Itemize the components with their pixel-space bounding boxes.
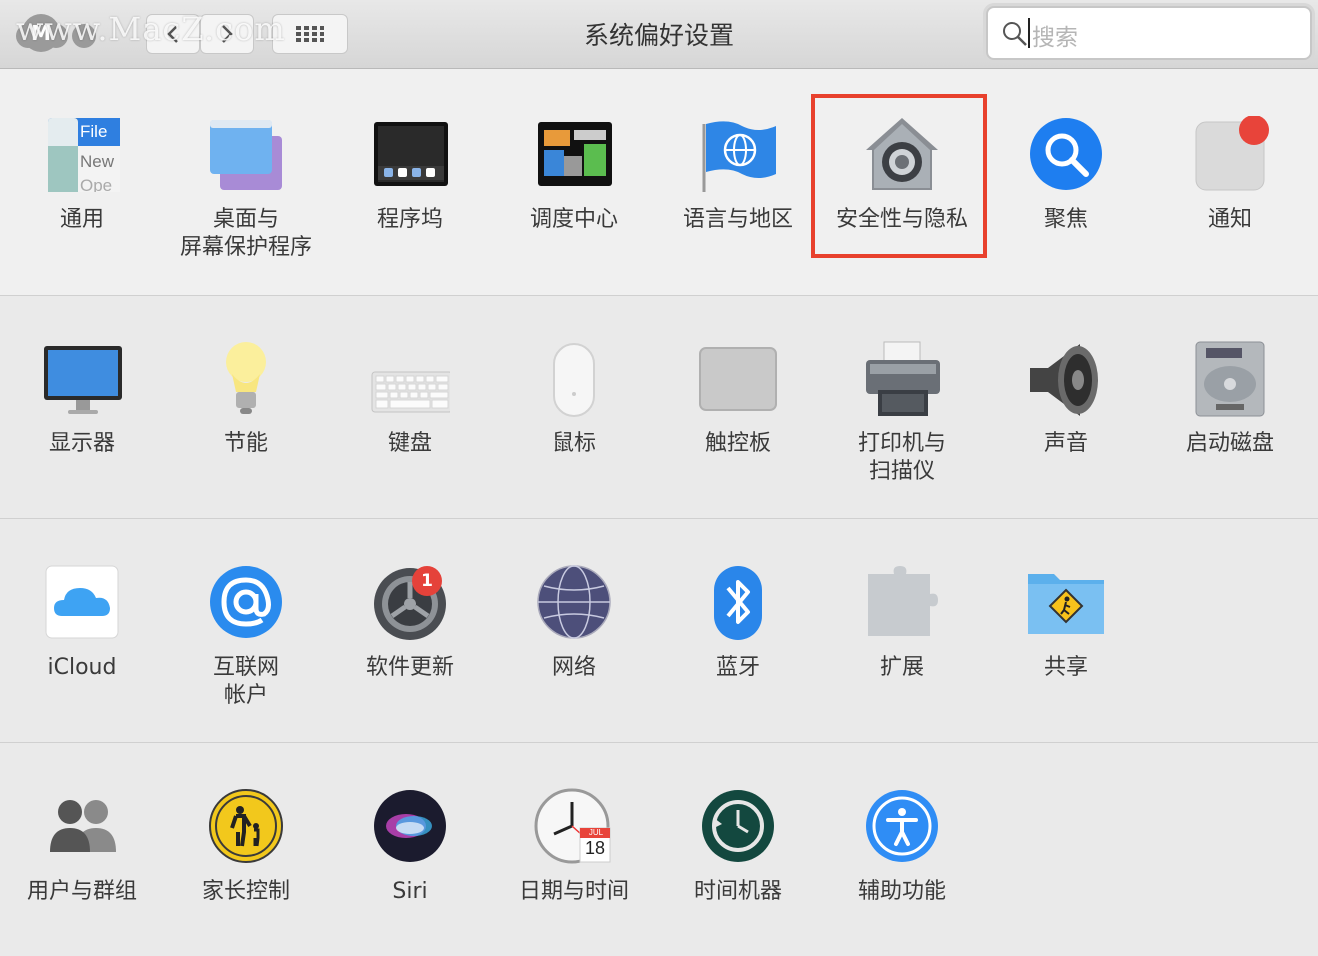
- sharing-icon: [1026, 564, 1106, 644]
- pane-label: 声音: [1043, 431, 1088, 456]
- accessibility-icon: [862, 788, 942, 868]
- bluetooth-icon: [698, 564, 778, 644]
- network-icon: [534, 564, 614, 644]
- spotlight-icon: [1026, 116, 1106, 196]
- pane-startup-disk[interactable]: 启动磁盘: [1148, 340, 1312, 458]
- icloud-icon: [42, 564, 122, 644]
- pane-label: 启动磁盘: [1185, 431, 1274, 456]
- pane-label: 程序坞: [376, 207, 443, 232]
- trackpad-icon: [698, 340, 778, 420]
- pane-language-region[interactable]: 语言与地区: [656, 116, 820, 234]
- pane-time-machine[interactable]: 时间机器: [656, 788, 820, 906]
- pane-label: 鼠标: [551, 431, 596, 456]
- pane-label: 语言与地区: [682, 207, 793, 232]
- general-icon: File New Ope: [42, 116, 122, 196]
- general-icon-file-text: File: [80, 122, 108, 141]
- desktop-screensaver-icon: [206, 116, 286, 196]
- extensions-icon: [862, 564, 942, 644]
- pane-label: 桌面与 屏幕保护程序: [179, 207, 312, 260]
- internet-accounts-icon: [206, 564, 286, 644]
- pane-label: 触控板: [704, 431, 771, 456]
- pane-general[interactable]: File New Ope 通用: [0, 116, 164, 234]
- pane-mission-control[interactable]: 调度中心: [492, 116, 656, 234]
- search-field[interactable]: 搜索: [986, 6, 1312, 60]
- pane-label: 调度中心: [529, 207, 618, 232]
- calendar-month: JUL: [588, 828, 604, 837]
- pane-label: 蓝牙: [715, 655, 760, 680]
- pane-software-update[interactable]: 1 软件更新: [328, 564, 492, 682]
- language-region-icon: [698, 116, 778, 196]
- pane-printers-scanners[interactable]: 打印机与 扫描仪: [820, 340, 984, 486]
- pane-label: 扩展: [879, 655, 924, 680]
- pane-desktop-screensaver[interactable]: 桌面与 屏幕保护程序: [164, 116, 328, 262]
- pane-keyboard[interactable]: 键盘: [328, 340, 492, 458]
- software-update-icon: 1: [370, 564, 450, 644]
- pane-parental-controls[interactable]: 家长控制: [164, 788, 328, 906]
- pane-sharing[interactable]: 共享: [984, 564, 1148, 682]
- update-count-badge: 1: [412, 566, 442, 596]
- startup-disk-icon: [1190, 340, 1270, 420]
- pane-date-time[interactable]: JUL 18 日期与时间: [492, 788, 656, 906]
- pane-label: 通用: [59, 207, 104, 232]
- pane-label: 家长控制: [201, 879, 290, 904]
- general-icon-open-text: Ope: [80, 176, 113, 192]
- search-icon: [1003, 22, 1027, 46]
- displays-icon: [42, 340, 122, 420]
- pane-bluetooth[interactable]: 蓝牙: [656, 564, 820, 682]
- pane-label: 日期与时间: [518, 879, 629, 904]
- pane-mouse[interactable]: 鼠标: [492, 340, 656, 458]
- pane-network[interactable]: 网络: [492, 564, 656, 682]
- pane-energy-saver[interactable]: 节能: [164, 340, 328, 458]
- pane-label: 网络: [551, 655, 596, 680]
- mouse-icon: [534, 340, 614, 420]
- pane-label: 打印机与 扫描仪: [857, 431, 946, 484]
- pane-sound[interactable]: 声音: [984, 340, 1148, 458]
- general-icon-new-text: New: [80, 152, 115, 171]
- pane-users-groups[interactable]: 用户与群组: [0, 788, 164, 906]
- pane-label: 显示器: [48, 431, 115, 456]
- pane-trackpad[interactable]: 触控板: [656, 340, 820, 458]
- pane-siri[interactable]: Siri: [328, 788, 492, 906]
- pane-dock[interactable]: 程序坞: [328, 116, 492, 234]
- pane-label: 共享: [1043, 655, 1088, 680]
- keyboard-icon: [370, 340, 453, 420]
- printer-icon: [862, 340, 942, 420]
- pane-internet-accounts[interactable]: 互联网 帐户: [164, 564, 328, 710]
- notifications-icon: [1190, 115, 1270, 196]
- search-placeholder: 搜索: [1032, 25, 1078, 51]
- pane-extensions[interactable]: 扩展: [820, 564, 984, 682]
- parental-controls-icon: [206, 788, 286, 868]
- pane-spotlight[interactable]: 聚焦: [984, 116, 1148, 234]
- pane-label: 软件更新: [365, 655, 454, 680]
- pane-label: 键盘: [387, 431, 432, 456]
- energy-saver-icon: [206, 340, 286, 420]
- users-groups-icon: [42, 788, 122, 868]
- text-caret: [1028, 18, 1030, 48]
- date-time-icon: JUL 18: [534, 788, 614, 868]
- pane-label: 时间机器: [693, 879, 782, 904]
- mission-control-icon: [534, 116, 614, 196]
- pane-label: Siri: [392, 879, 428, 904]
- calendar-day: 18: [584, 838, 606, 858]
- siri-icon: [370, 788, 450, 868]
- pane-label: 互联网 帐户: [212, 655, 279, 708]
- pane-displays[interactable]: 显示器: [0, 340, 164, 458]
- pane-label: 通知: [1207, 207, 1252, 232]
- pane-label: iCloud: [47, 655, 117, 680]
- pane-label: 聚焦: [1043, 207, 1088, 232]
- pane-icloud[interactable]: iCloud: [0, 564, 164, 682]
- highlight-box: [811, 94, 987, 258]
- pane-label: 节能: [223, 431, 268, 456]
- window-toolbar: M www.MacZ.com 系统偏好设置 搜索: [0, 0, 1318, 69]
- dock-icon: [370, 116, 450, 196]
- pane-accessibility[interactable]: 辅助功能: [820, 788, 984, 906]
- sound-icon: [1026, 340, 1106, 420]
- pane-notifications[interactable]: 通知: [1148, 115, 1312, 234]
- time-machine-icon: [698, 788, 778, 868]
- pane-label: 用户与群组: [26, 879, 137, 904]
- pane-label: 辅助功能: [857, 879, 946, 904]
